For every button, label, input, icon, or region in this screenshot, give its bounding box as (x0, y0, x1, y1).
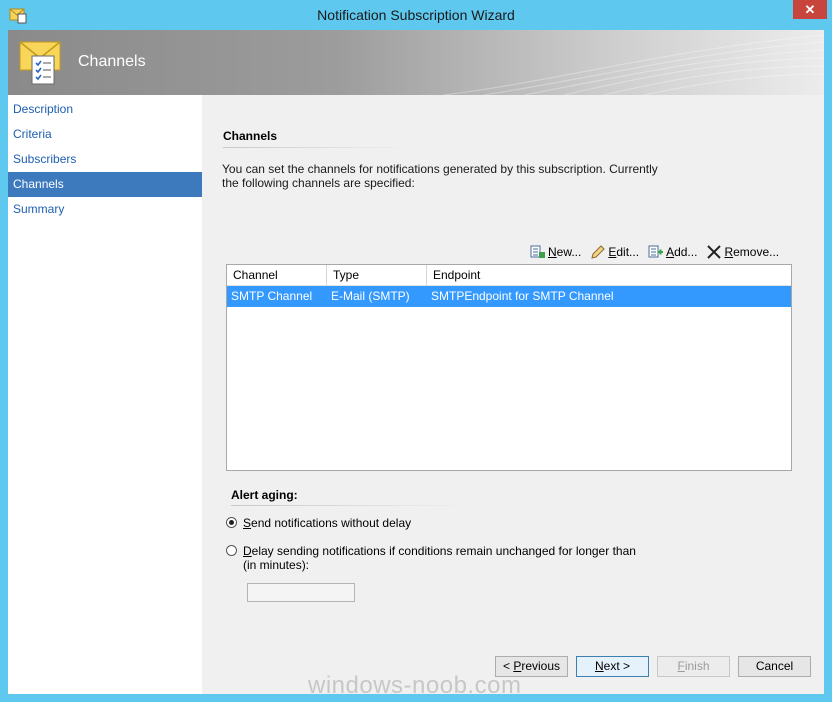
close-button[interactable]: ✕ (793, 0, 827, 19)
column-header-endpoint[interactable]: Endpoint (427, 265, 791, 285)
channels-section-title: Channels (223, 129, 278, 143)
previous-button-label: revious (521, 659, 561, 673)
edit-button[interactable]: Edit... (590, 244, 639, 260)
next-button-accel: N (594, 659, 604, 673)
close-icon: ✕ (804, 1, 816, 17)
title-bar[interactable]: Notification Subscription Wizard ✕ (0, 0, 832, 30)
page-heading: Channels (78, 53, 146, 70)
nav-item-criteria[interactable]: Criteria (8, 122, 202, 147)
add-channel-icon (648, 245, 664, 258)
send-option-accel: S (243, 516, 252, 530)
channels-toolbar: New... Edit... Add... Remove... (530, 242, 788, 262)
nav-item-summary[interactable]: Summary (8, 197, 202, 222)
delay-option-accel: D (243, 544, 252, 558)
table-row[interactable]: SMTP Channel E-Mail (SMTP) SMTPEndpoint … (227, 286, 791, 307)
wizard-client-area: Channels Description Criteria Subscriber… (8, 30, 824, 694)
envelope-checklist-icon (19, 41, 61, 85)
main-content: Channels You can set the channels for no… (202, 95, 824, 639)
radio-indicator-unselected (226, 545, 237, 556)
header-banner: Channels (8, 30, 824, 95)
channels-table[interactable]: Channel Type Endpoint SMTP Channel E-Mai… (226, 264, 792, 471)
remove-button-accel: R (724, 245, 734, 259)
nav-item-channels[interactable]: Channels (8, 172, 202, 197)
channels-table-header: Channel Type Endpoint (227, 265, 791, 286)
delay-minutes-input[interactable] (247, 583, 355, 602)
wizard-window: Notification Subscription Wizard ✕ Chann… (0, 0, 832, 702)
new-channel-icon (530, 245, 545, 258)
delay-option-label: elay sending notifications if conditions… (243, 544, 636, 572)
edit-button-label: dit... (616, 245, 640, 259)
remove-button[interactable]: Remove... (706, 244, 779, 260)
send-option-label: end notifications without delay (251, 516, 412, 530)
window-title: Notification Subscription Wizard (317, 7, 515, 23)
new-button-label: ew... (556, 245, 582, 259)
cancel-button[interactable]: Cancel (738, 656, 811, 677)
finish-button[interactable]: Finish (657, 656, 730, 677)
nav-item-subscribers[interactable]: Subscribers (8, 147, 202, 172)
next-button[interactable]: Next > (576, 656, 649, 677)
finish-button-label: inish (684, 659, 710, 673)
nav-item-description[interactable]: Description (8, 97, 202, 122)
previous-button-arrow: < (502, 659, 514, 673)
watermark-text: windows-noob.com (308, 672, 522, 694)
cell-channel: SMTP Channel (231, 289, 313, 303)
send-without-delay-radio[interactable]: Send notifications without delay (226, 516, 643, 530)
wizard-steps-nav: Description Criteria Subscribers Channel… (8, 95, 202, 694)
add-button-label: dd... (674, 245, 698, 259)
alert-aging-section-title: Alert aging: (231, 488, 298, 502)
add-button[interactable]: Add... (648, 244, 697, 260)
new-button[interactable]: New... (530, 244, 581, 260)
channels-divider (223, 147, 413, 148)
add-button-accel: A (666, 245, 675, 259)
banner-swoosh-decoration (444, 34, 824, 95)
pencil-icon (591, 245, 606, 259)
alert-aging-divider (231, 505, 471, 506)
remove-button-label: emove... (733, 245, 780, 259)
next-button-label: ext > (603, 659, 631, 673)
delay-sending-radio[interactable]: Delay sending notifications if condition… (226, 544, 643, 572)
column-header-type[interactable]: Type (327, 265, 427, 285)
cell-endpoint: SMTPEndpoint for SMTP Channel (431, 289, 614, 303)
new-button-accel: N (548, 245, 557, 259)
cell-type: E-Mail (SMTP) (331, 289, 410, 303)
finish-button-accel: F (677, 659, 685, 673)
column-header-channel[interactable]: Channel (227, 265, 327, 285)
radio-indicator-selected (226, 517, 237, 528)
remove-x-icon (707, 245, 722, 259)
channels-description: You can set the channels for notificatio… (222, 162, 658, 190)
